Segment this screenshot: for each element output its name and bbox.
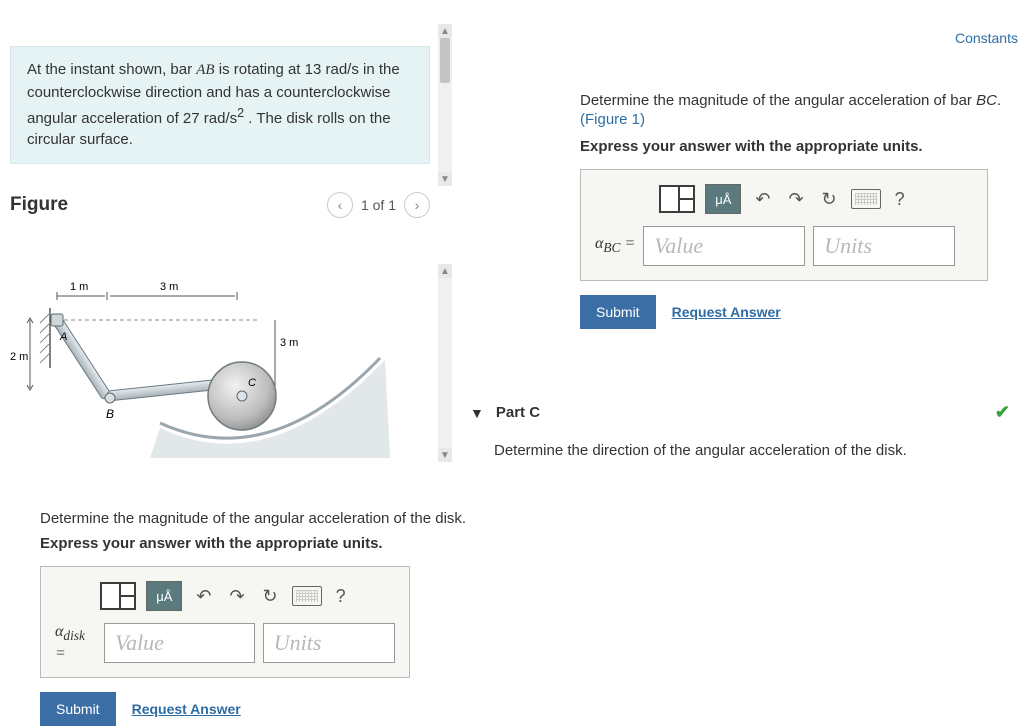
figure-prev-button[interactable]: ‹ [327, 192, 353, 218]
figure-heading: Figure [10, 194, 68, 216]
svg-text:1 m: 1 m [70, 281, 88, 293]
partc-title: Part C [496, 404, 540, 421]
partdisk-variable-label: αdisk = [55, 623, 96, 662]
undo-icon[interactable]: ↶ [751, 189, 774, 210]
units-chooser-button[interactable]: μÅ [146, 581, 182, 611]
svg-text:3 m: 3 m [280, 337, 298, 349]
partb-variable-label: αBC = [595, 235, 635, 256]
partc-prompt: Determine the direction of the angular a… [494, 442, 907, 459]
help-button[interactable]: ? [332, 586, 350, 607]
reset-icon[interactable]: ↻ [259, 586, 282, 607]
partb-value-input[interactable]: Value [643, 226, 805, 266]
undo-icon[interactable]: ↶ [192, 586, 215, 607]
help-button[interactable]: ? [891, 189, 909, 210]
keyboard-icon[interactable] [851, 189, 881, 209]
redo-icon[interactable]: ↷ [784, 189, 807, 210]
partb-subprompt: Express your answer with the appropriate… [580, 138, 1010, 155]
partdisk-submit-button[interactable]: Submit [40, 692, 116, 726]
svg-text:B: B [106, 407, 114, 421]
partb-submit-button[interactable]: Submit [580, 295, 656, 329]
constants-link[interactable]: Constants [955, 30, 1018, 46]
partdisk-value-input[interactable]: Value [104, 623, 255, 663]
figure-pager: ‹ 1 of 1 › [327, 192, 430, 218]
partdisk-subprompt: Express your answer with the appropriate… [40, 535, 470, 552]
svg-text:3 m: 3 m [160, 281, 178, 293]
partdisk-prompt: Determine the magnitude of the angular a… [40, 508, 470, 529]
problem-statement: At the instant shown, bar AB is rotating… [10, 46, 430, 164]
template-picker-icon[interactable] [659, 185, 695, 213]
svg-text:2 m: 2 m [10, 351, 28, 363]
partc-collapse-icon[interactable]: ▼ [470, 405, 484, 421]
scroll-up-icon[interactable]: ▲ [438, 24, 452, 38]
partdisk-request-answer-link[interactable]: Request Answer [132, 701, 241, 717]
figure-diagram: 2 m 1 m 3 m 3 m A [10, 268, 430, 468]
figure-scrollbar[interactable]: ▲ ▼ [438, 264, 452, 462]
svg-text:A: A [59, 331, 67, 343]
scroll-down-icon[interactable]: ▼ [438, 172, 452, 186]
reset-icon[interactable]: ↻ [818, 189, 841, 210]
scroll-down-icon[interactable]: ▼ [438, 448, 452, 462]
partdisk-units-input[interactable]: Units [263, 623, 395, 663]
scroll-thumb[interactable] [440, 38, 450, 83]
units-chooser-button[interactable]: μÅ [705, 184, 741, 214]
figure-pager-text: 1 of 1 [361, 197, 396, 213]
figure-next-button[interactable]: › [404, 192, 430, 218]
partb-answer-box: μÅ ↶ ↷ ↻ ? αBC = Value Units [580, 169, 988, 281]
partc-correct-icon: ✔ [995, 402, 1010, 423]
scroll-up-icon[interactable]: ▲ [438, 264, 452, 278]
partdisk-answer-box: μÅ ↶ ↷ ↻ ? αdisk = Value Units [40, 566, 410, 678]
template-picker-icon[interactable] [100, 582, 136, 610]
partb-request-answer-link[interactable]: Request Answer [672, 304, 781, 320]
partb-units-input[interactable]: Units [813, 226, 955, 266]
keyboard-icon[interactable] [292, 586, 322, 606]
figure-link[interactable]: (Figure 1) [580, 111, 1010, 128]
left-scrollbar[interactable]: ▲ ▼ [438, 24, 452, 186]
redo-icon[interactable]: ↷ [225, 586, 248, 607]
partb-prompt: Determine the magnitude of the angular a… [580, 90, 1010, 111]
svg-text:C: C [248, 377, 256, 389]
